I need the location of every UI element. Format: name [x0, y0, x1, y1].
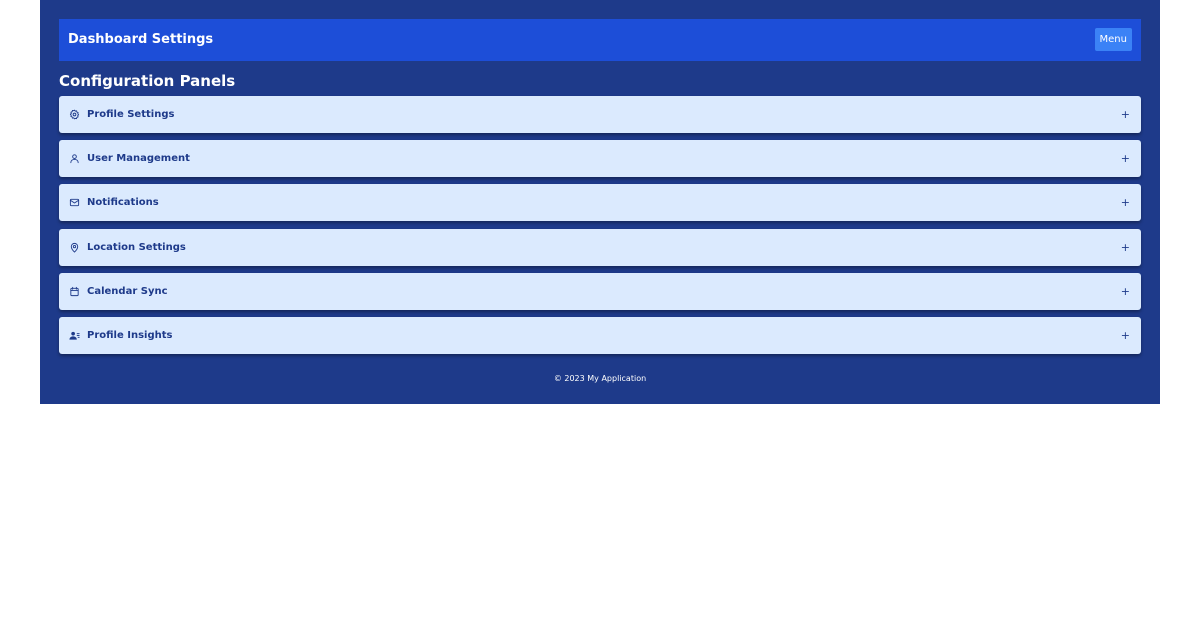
expand-icon[interactable]: +: [1121, 273, 1130, 310]
panel-label: Notifications: [87, 197, 159, 208]
panel-label: Calendar Sync: [87, 286, 168, 297]
header-bar: Dashboard Settings Menu: [59, 19, 1141, 61]
envelope-icon: [69, 197, 80, 208]
menu-button[interactable]: Menu: [1094, 28, 1132, 51]
panel-location-settings[interactable]: Location Settings +: [59, 229, 1141, 266]
expand-icon[interactable]: +: [1121, 96, 1130, 133]
panel-label: Profile Insights: [87, 330, 173, 341]
expand-icon[interactable]: +: [1121, 229, 1130, 266]
panel-calendar-sync[interactable]: Calendar Sync +: [59, 273, 1141, 310]
location-pin-icon: [69, 242, 80, 253]
panel-profile-insights[interactable]: Profile Insights +: [59, 317, 1141, 354]
panel-label: Location Settings: [87, 242, 186, 253]
expand-icon[interactable]: +: [1121, 184, 1130, 221]
app-container: Dashboard Settings Menu Configuration Pa…: [40, 0, 1160, 404]
panel-label: User Management: [87, 153, 190, 164]
gear-icon: [69, 109, 80, 120]
expand-icon[interactable]: +: [1121, 317, 1130, 354]
expand-icon[interactable]: +: [1121, 140, 1130, 177]
user-icon: [69, 153, 80, 164]
panel-label: Profile Settings: [87, 109, 175, 120]
header-title: Dashboard Settings: [68, 32, 214, 47]
panel-notifications[interactable]: Notifications +: [59, 184, 1141, 221]
footer-copyright: © 2023 My Application: [553, 374, 647, 383]
calendar-icon: [69, 286, 80, 297]
panel-user-management[interactable]: User Management +: [59, 140, 1141, 177]
user-list-icon: [69, 330, 80, 341]
section-title: Configuration Panels: [59, 72, 236, 90]
panel-profile-settings[interactable]: Profile Settings +: [59, 96, 1141, 133]
